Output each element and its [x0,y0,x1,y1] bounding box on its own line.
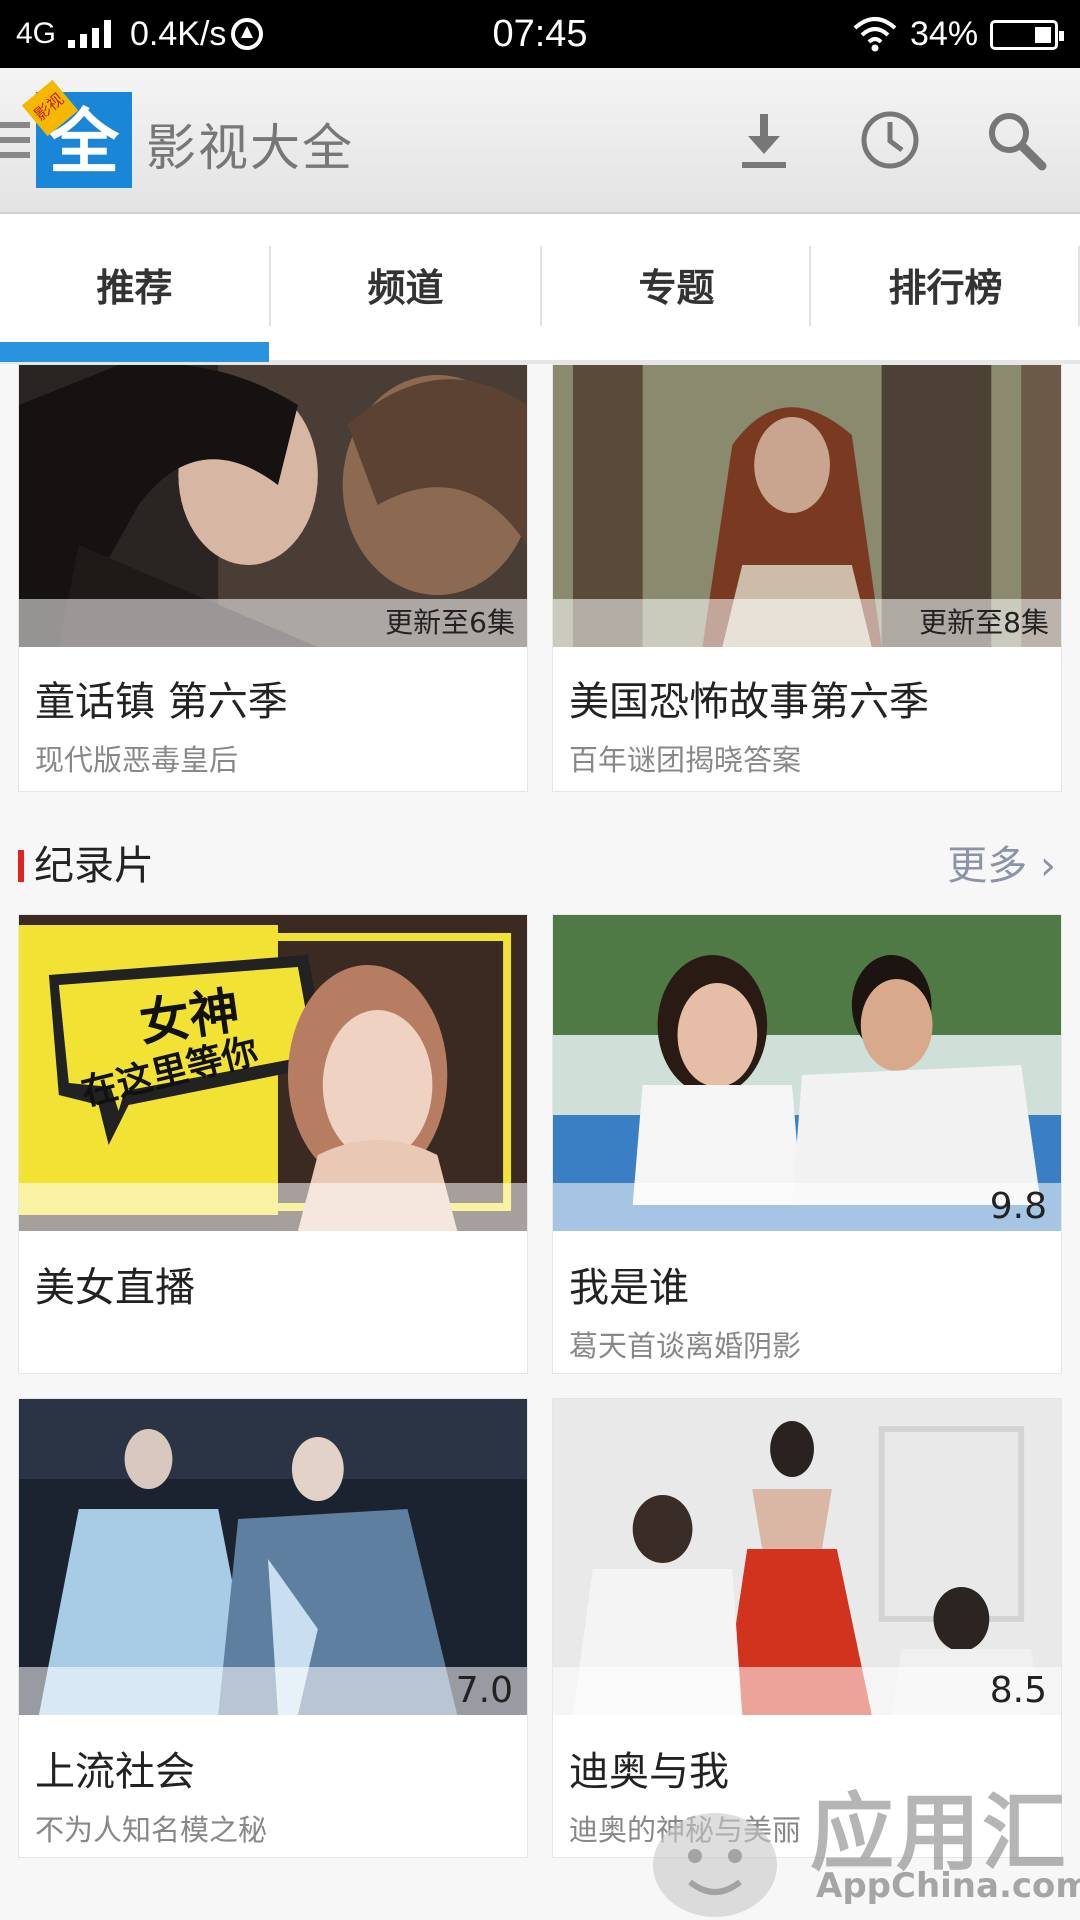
video-title: 童话镇 第六季 [35,679,288,725]
watermark-subtext: AppChina.com [816,1866,1080,1906]
battery-percent: 34% [910,15,979,53]
watermark: 应用汇 AppChina.com [640,1760,1080,1920]
poster-overlay: 更新至8集 [553,599,1061,647]
video-subtitle: 不为人知名模之秘 [35,1813,268,1847]
rating-score: 7.0 [455,1670,513,1711]
section-marker [18,850,24,882]
video-title: 上流社会 [35,1749,195,1795]
more-label: 更多 [947,843,1028,889]
video-card[interactable]: 9.8 我是谁 葛天首谈离婚阴影 [552,914,1062,1374]
poster-overlay: 更新至6集 [19,599,527,647]
app-bar: 全 影视 影视大全 [0,68,1080,214]
video-title: 我是谁 [569,1265,689,1311]
tab-recommend[interactable]: 推荐 [0,248,269,328]
tab-topic[interactable]: 专题 [542,248,811,328]
active-tab-indicator [0,342,269,362]
video-card[interactable]: 女神 在这里等你 美女直播 [18,914,528,1374]
download-icon[interactable] [732,108,796,172]
video-subtitle: 葛天首谈离婚阴影 [569,1329,802,1363]
episode-badge: 更新至6集 [385,606,515,639]
tab-channel[interactable]: 频道 [271,248,540,328]
wifi-icon [853,17,897,52]
search-icon[interactable] [984,108,1048,172]
video-title: 美国恐怖故事第六季 [569,679,929,725]
status-bar: 4G 0.4K/s 07:45 34% [0,0,1080,68]
more-link[interactable]: 更多 › [947,836,1056,896]
poster-overlay: 8.5 [553,1667,1061,1715]
rating-score: 9.8 [989,1186,1047,1227]
video-card[interactable]: 7.0 上流社会 不为人知名模之秘 [18,1398,528,1858]
poster-overlay [19,1183,527,1231]
video-title: 美女直播 [35,1265,195,1311]
menu-icon[interactable] [0,122,30,162]
battery-icon [990,20,1064,50]
video-card[interactable]: 更新至6集 童话镇 第六季 现代版恶毒皇后 [18,364,528,792]
tab-ranking[interactable]: 排行榜 [811,248,1080,328]
app-logo: 全 影视 [21,79,132,188]
tab-bar: 推荐 频道 专题 排行榜 [0,214,1080,364]
history-icon[interactable] [858,108,922,172]
poster-overlay: 7.0 [19,1667,527,1715]
video-subtitle: 百年谜团揭晓答案 [569,743,802,777]
section-title: 纪录片 [34,843,154,889]
section-header: 纪录片 更多 › [0,836,1080,896]
rating-score: 8.5 [989,1670,1047,1711]
watermark-logo-icon [653,1813,777,1917]
app-title: 影视大全 [146,119,354,177]
episode-badge: 更新至8集 [919,606,1049,639]
chevron-right-icon: › [1040,843,1056,889]
poster-overlay: 9.8 [553,1183,1061,1231]
video-subtitle: 现代版恶毒皇后 [35,743,239,777]
video-card[interactable]: 更新至8集 美国恐怖故事第六季 百年谜团揭晓答案 [552,364,1062,792]
